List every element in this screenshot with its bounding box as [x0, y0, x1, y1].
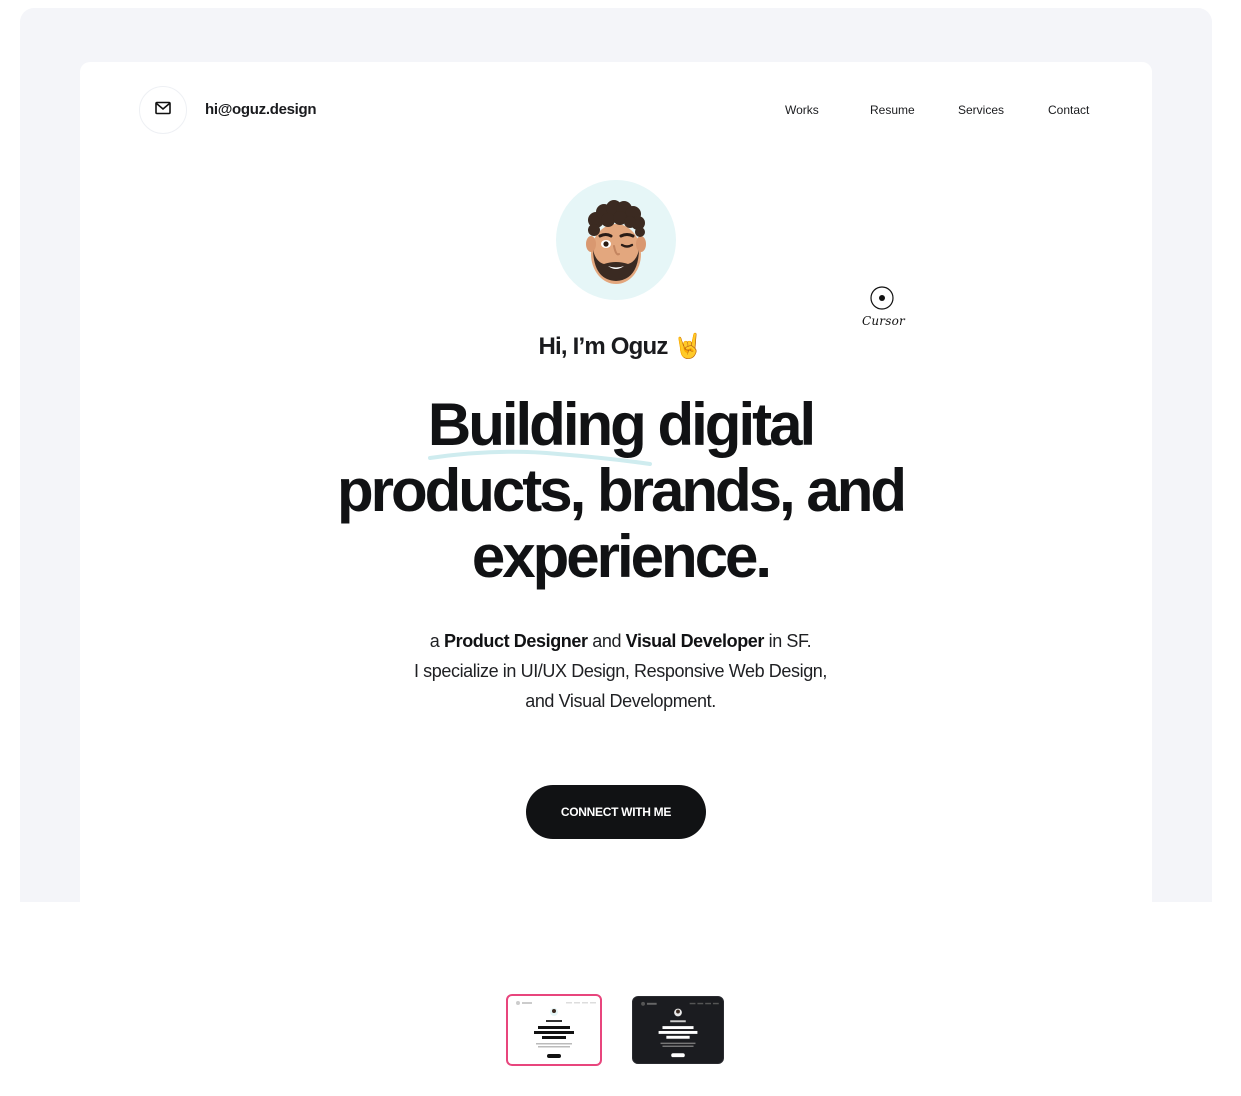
greeting: Hi, I’m Oguz 🤘 [538, 333, 703, 360]
headline-line-2: products, brands, and [336, 457, 907, 524]
role-visual-developer: Visual Developer [625, 631, 765, 651]
nav-works[interactable]: Works [785, 103, 819, 117]
theme-thumbnail-dark[interactable] [632, 996, 724, 1064]
nav-contact[interactable]: Contact [1048, 103, 1089, 117]
intro-line-1: a Product Designer and Visual Developer … [429, 631, 812, 651]
light-preview-image [516, 1001, 596, 1058]
hero-description: a Product Designer and Visual Developer … [0, 626, 1241, 716]
nav-services[interactable]: Services [958, 103, 1004, 117]
role-product-designer: Product Designer [443, 631, 588, 651]
dark-preview-image [641, 1001, 719, 1058]
cursor-label: Cursor [862, 314, 905, 328]
headline-line-3: experience. [471, 523, 772, 590]
connect-button[interactable]: CONNECT WITH ME [526, 785, 706, 839]
intro-line-3: and Visual Development. [525, 691, 716, 711]
avatar [556, 180, 676, 300]
cursor-indicator: Cursor [858, 286, 906, 334]
cursor-dot-icon [870, 286, 894, 310]
main-nav: Works Resume Services Contact [0, 103, 1241, 123]
intro-line-2: I specialize in UI/UX Design, Responsive… [413, 661, 828, 681]
nav-resume[interactable]: Resume [870, 103, 915, 117]
hero-headline: Building digital products, brands, and e… [0, 392, 1241, 590]
headline-line-1: Building digital [427, 391, 816, 458]
memoji-avatar-image [586, 200, 646, 284]
theme-thumbnail-light[interactable] [506, 994, 602, 1066]
